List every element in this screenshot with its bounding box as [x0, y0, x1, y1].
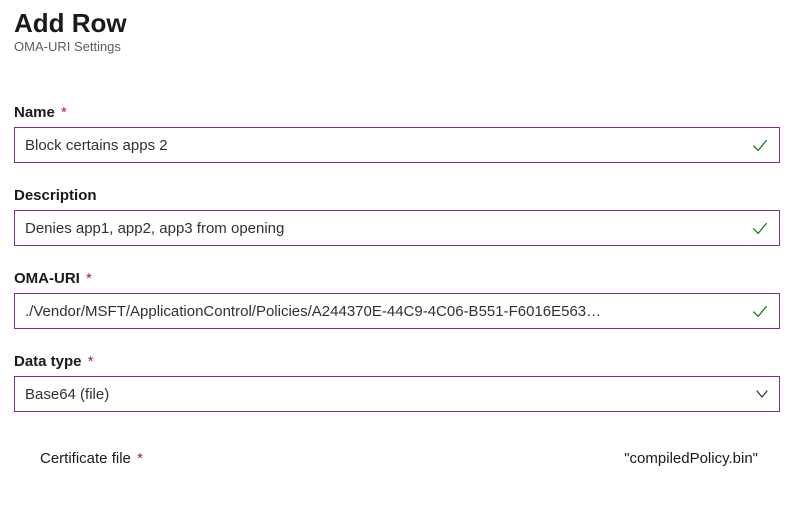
data-type-value: Base64 (file) [25, 386, 747, 403]
oma-uri-input[interactable]: ./Vendor/MSFT/ApplicationControl/Policie… [25, 303, 743, 320]
label-certificate-file-text: Certificate file [40, 450, 131, 467]
label-description-text: Description [14, 187, 97, 204]
description-input[interactable] [25, 211, 743, 245]
add-row-panel: Add Row OMA-URI Settings Name * Descript… [0, 0, 796, 467]
name-input[interactable] [25, 128, 743, 162]
description-input-wrapper[interactable] [14, 210, 780, 246]
oma-uri-input-wrapper[interactable]: ./Vendor/MSFT/ApplicationControl/Policie… [14, 293, 780, 329]
chevron-down-icon [755, 387, 769, 401]
checkmark-icon [751, 302, 769, 320]
label-data-type: Data type * [14, 353, 780, 370]
field-oma-uri: OMA-URI * ./Vendor/MSFT/ApplicationContr… [14, 270, 780, 329]
label-oma-uri: OMA-URI * [14, 270, 780, 287]
field-description: Description [14, 187, 780, 246]
required-marker: * [137, 450, 143, 467]
certificate-file-name: "compiledPolicy.bin" [624, 450, 758, 467]
required-marker: * [88, 353, 94, 370]
panel-subtitle: OMA-URI Settings [14, 39, 780, 54]
data-type-select[interactable]: Base64 (file) [14, 376, 780, 412]
checkmark-icon [751, 219, 769, 237]
field-certificate-file: Certificate file * "compiledPolicy.bin" [14, 436, 780, 467]
panel-title: Add Row [14, 8, 780, 39]
label-data-type-text: Data type [14, 353, 82, 370]
label-oma-uri-text: OMA-URI [14, 270, 80, 287]
label-name: Name * [14, 104, 780, 121]
field-name: Name * [14, 104, 780, 163]
name-input-wrapper[interactable] [14, 127, 780, 163]
field-data-type: Data type * Base64 (file) [14, 353, 780, 412]
label-name-text: Name [14, 104, 55, 121]
required-marker: * [61, 104, 67, 121]
required-marker: * [86, 270, 92, 287]
label-description: Description [14, 187, 780, 204]
label-certificate-file: Certificate file * [40, 450, 143, 467]
checkmark-icon [751, 136, 769, 154]
